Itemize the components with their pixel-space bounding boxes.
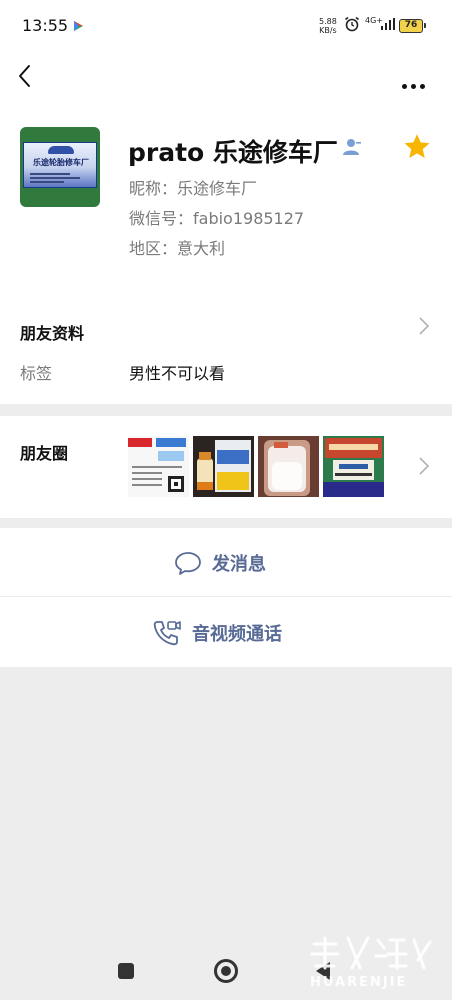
friend-info-section[interactable]: 朋友资料 标签 男性不可以看 [0,290,452,404]
home-button[interactable] [214,959,238,983]
status-time: 13:55 [22,16,69,35]
moments-title: 朋友圈 [20,444,69,463]
profile-header: 乐途轮胎修车厂 prato 乐途修车厂 昵称：乐途修车厂 微信号：fabio19… [0,104,452,290]
tag-label: 标签 [20,364,53,383]
alarm-icon [345,16,359,32]
back-icon[interactable] [14,62,38,92]
moments-thumbnail [193,436,254,497]
net-speed-unit: KB/s [319,26,337,35]
watermark-text: HUARENJIE [310,975,407,990]
moments-thumbnail [258,436,319,497]
more-icon[interactable] [402,74,429,93]
chevron-right-icon [419,457,430,475]
profile-wechat-id: 微信号：fabio1985127 [129,209,305,228]
recent-apps-button[interactable] [118,963,134,979]
net-speed-value: 5.88 [319,17,337,26]
chevron-right-icon [419,317,430,335]
avatar-text: 乐途轮胎修车厂 [33,158,89,167]
status-bar: 13:55 5.88 KB/s 4G+ 76 [0,0,452,52]
nav-bar [0,52,452,104]
moments-thumbnail [128,436,189,497]
send-message-button[interactable]: 发消息 [0,528,452,597]
battery-icon: 76 [399,19,426,33]
net-speed: 5.88 KB/s [319,17,337,35]
friend-info-title: 朋友资料 [20,324,85,343]
contact-person-icon [343,139,361,155]
signal-icon [381,18,395,30]
phone-video-icon [153,620,181,645]
actions-section: 发消息 音视频通话 [0,528,452,667]
video-call-button[interactable]: 音视频通话 [0,598,452,667]
watermark-logo: HUARENJIE [310,936,432,990]
profile-region: 地区：意大利 [129,239,226,258]
chat-bubble-icon [175,551,201,575]
avatar[interactable]: 乐途轮胎修车厂 [20,127,100,207]
video-call-label: 音视频通话 [192,623,282,645]
play-store-icon [74,21,83,31]
avatar-business-card: 乐途轮胎修车厂 [23,142,97,188]
star-icon[interactable] [402,132,432,162]
tag-value: 男性不可以看 [129,364,226,383]
moments-section[interactable]: 朋友圈 [0,416,452,518]
moments-thumbnail [323,436,384,497]
profile-page: 13:55 5.88 KB/s 4G+ 76 乐途轮胎修车厂 prato 乐途修… [0,0,452,1000]
profile-name: prato 乐途修车厂 [128,138,338,167]
profile-nickname: 昵称：乐途修车厂 [129,179,258,198]
send-message-label: 发消息 [212,553,266,575]
